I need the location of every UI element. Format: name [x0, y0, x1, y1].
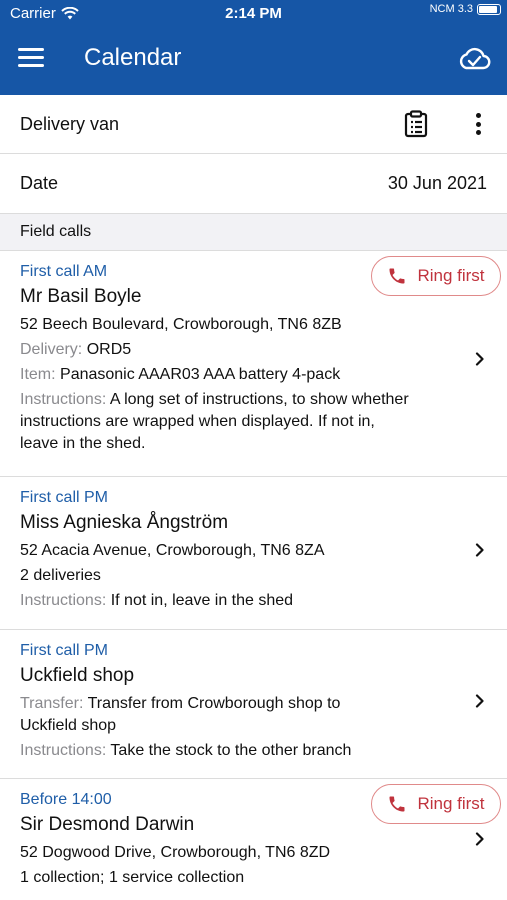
instructions-key: Instructions: [20, 592, 107, 609]
more-vertical-icon[interactable] [471, 111, 485, 137]
battery-icon [477, 3, 501, 15]
call-item[interactable]: First call PM Uckfield shop Transfer: Tr… [0, 630, 507, 779]
call-name: Uckfield shop [20, 665, 135, 686]
instructions-key: Instructions: [20, 742, 107, 759]
transfer-key: Transfer: [20, 695, 84, 712]
chevron-right-icon [475, 832, 484, 846]
call-name: Miss Agnieska Ångström [20, 512, 229, 533]
call-instructions: Instructions: A long set of instructions… [20, 389, 487, 455]
chevron-right-icon [475, 352, 484, 366]
hamburger-icon[interactable] [18, 48, 44, 70]
clipboard-icon[interactable] [403, 110, 429, 138]
vehicle-label: Delivery van [20, 113, 120, 134]
battery-indicator: NCM 3.3 [430, 3, 501, 15]
call-item-line: Item: Panasonic AAAR03 AAA battery 4-pac… [20, 364, 487, 386]
call-delivery: Delivery: ORD5 [20, 339, 487, 361]
instructions-value: Take the stock to the other branch [110, 742, 352, 759]
call-time: First call PM [20, 489, 108, 506]
call-time: First call PM [20, 642, 108, 659]
item-value: Panasonic AAAR03 AAA battery 4-pack [60, 366, 341, 383]
page-title: Calendar [84, 44, 182, 71]
app-header: Carrier 2:14 PM NCM 3.3 Calendar [0, 0, 507, 95]
vehicle-row: Delivery van [0, 95, 507, 154]
item-key: Item: [20, 366, 56, 383]
call-address: 52 Acacia Avenue, Crowborough, TN6 8ZA [20, 542, 325, 559]
chevron-right-icon [475, 543, 484, 557]
phone-icon [389, 268, 405, 284]
date-value: 30 Jun 2021 [387, 173, 487, 193]
ring-first-button[interactable]: Ring first [371, 784, 501, 824]
chevron-right-icon [475, 694, 484, 708]
delivery-value: ORD5 [86, 341, 132, 358]
call-item[interactable]: Before 14:00 Sir Desmond Darwin 52 Dogwo… [0, 779, 507, 900]
date-label: Date [20, 173, 59, 193]
call-address: 52 Dogwood Drive, Crowborough, TN6 8ZD [20, 844, 331, 861]
call-address: 52 Beech Boulevard, Crowborough, TN6 8ZB [20, 316, 342, 333]
instructions-key: Instructions: [20, 391, 107, 408]
ring-first-button[interactable]: Ring first [371, 256, 501, 296]
ring-first-label: Ring first [417, 266, 485, 285]
call-summary: 2 deliveries [20, 567, 101, 584]
instructions-value: If not in, leave in the shed [110, 592, 294, 609]
cloud-check-icon[interactable] [457, 44, 491, 74]
ring-first-label: Ring first [417, 794, 485, 813]
battery-text: NCM 3.3 [429, 3, 473, 15]
phone-icon [389, 796, 405, 812]
call-item[interactable]: First call AM Mr Basil Boyle 52 Beech Bo… [0, 251, 507, 477]
call-summary: 1 collection; 1 service collection [20, 869, 245, 886]
status-bar: Carrier 2:14 PM NCM 3.3 [0, 0, 507, 28]
date-row[interactable]: Date 30 Jun 2021 [0, 154, 507, 214]
nav-bar: Calendar [0, 28, 507, 95]
call-item[interactable]: First call PM Miss Agnieska Ångström 52 … [0, 477, 507, 630]
delivery-key: Delivery: [20, 341, 83, 358]
call-instructions: Instructions: Take the stock to the othe… [20, 740, 487, 762]
call-transfer: Transfer: Transfer from Crowborough shop… [20, 693, 487, 737]
section-header: Field calls [0, 214, 507, 251]
section-title: Field calls [20, 223, 92, 240]
call-instructions: Instructions: If not in, leave in the sh… [20, 590, 487, 612]
